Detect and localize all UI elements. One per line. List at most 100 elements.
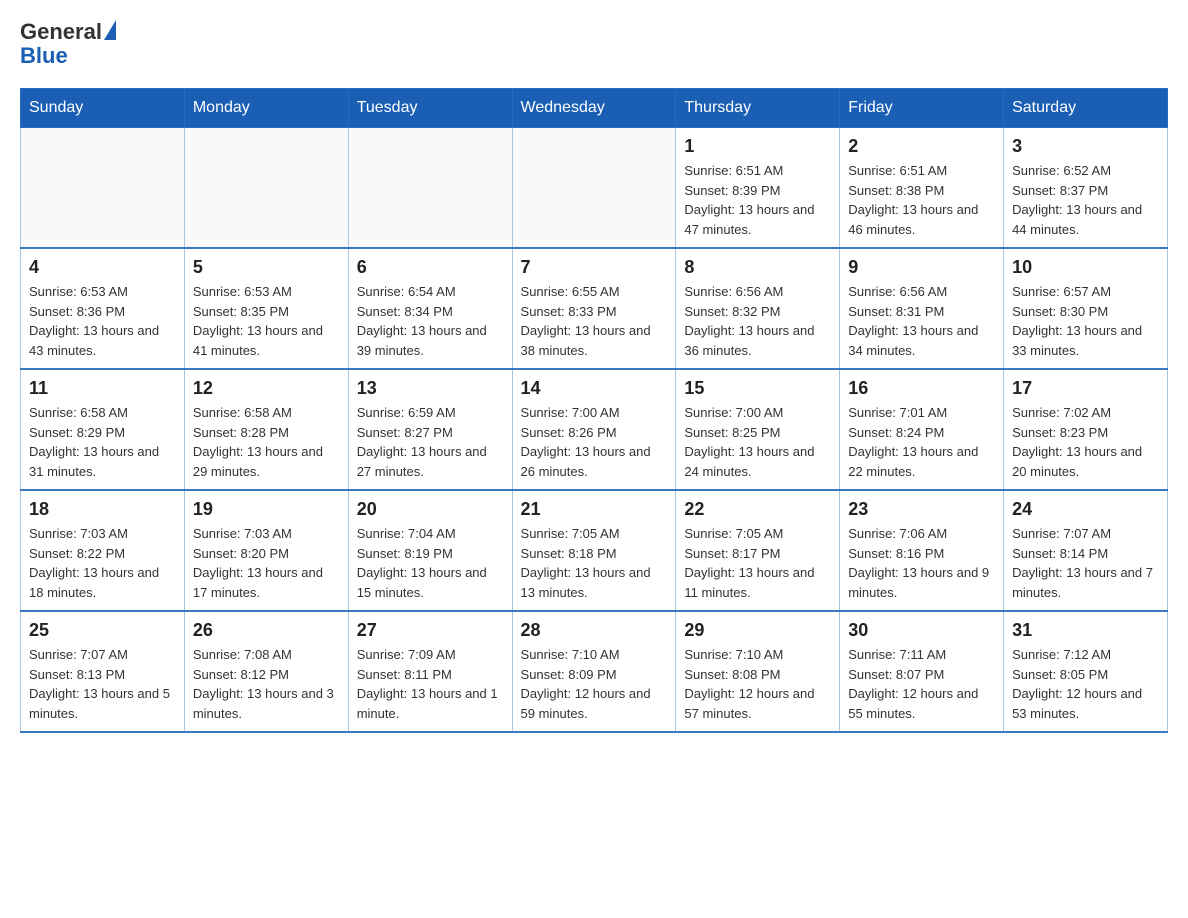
day-info: Sunrise: 7:04 AMSunset: 8:19 PMDaylight:… <box>357 524 504 602</box>
day-number: 4 <box>29 257 176 278</box>
day-info: Sunrise: 6:58 AMSunset: 8:28 PMDaylight:… <box>193 403 340 481</box>
day-info: Sunrise: 6:55 AMSunset: 8:33 PMDaylight:… <box>521 282 668 360</box>
day-number: 2 <box>848 136 995 157</box>
day-number: 6 <box>357 257 504 278</box>
calendar-cell: 5 Sunrise: 6:53 AMSunset: 8:35 PMDaylight… <box>184 248 348 369</box>
calendar-cell: 6 Sunrise: 6:54 AMSunset: 8:34 PMDaylight… <box>348 248 512 369</box>
calendar-cell: 10 Sunrise: 6:57 AMSunset: 8:30 PMDayligh… <box>1004 248 1168 369</box>
day-number: 28 <box>521 620 668 641</box>
day-info: Sunrise: 7:07 AMSunset: 8:14 PMDaylight:… <box>1012 524 1159 602</box>
day-number: 7 <box>521 257 668 278</box>
weekday-header-friday: Friday <box>840 89 1004 128</box>
day-info: Sunrise: 6:54 AMSunset: 8:34 PMDaylight:… <box>357 282 504 360</box>
day-info: Sunrise: 6:51 AMSunset: 8:38 PMDaylight:… <box>848 161 995 239</box>
day-number: 15 <box>684 378 831 399</box>
calendar-cell: 8 Sunrise: 6:56 AMSunset: 8:32 PMDaylight… <box>676 248 840 369</box>
day-info: Sunrise: 6:57 AMSunset: 8:30 PMDaylight:… <box>1012 282 1159 360</box>
calendar-cell: 30 Sunrise: 7:11 AMSunset: 8:07 PMDayligh… <box>840 611 1004 732</box>
day-number: 27 <box>357 620 504 641</box>
day-number: 29 <box>684 620 831 641</box>
calendar-cell: 27Sunrise: 7:09 AMSunset: 8:11 PMDayligh… <box>348 611 512 732</box>
day-number: 19 <box>193 499 340 520</box>
weekday-header-row: SundayMondayTuesdayWednesdayThursdayFrid… <box>21 89 1168 128</box>
day-info: Sunrise: 6:53 AMSunset: 8:36 PMDaylight:… <box>29 282 176 360</box>
day-number: 3 <box>1012 136 1159 157</box>
weekday-header-sunday: Sunday <box>21 89 185 128</box>
calendar-week-row: 4 Sunrise: 6:53 AMSunset: 8:36 PMDaylight… <box>21 248 1168 369</box>
day-info: Sunrise: 6:58 AMSunset: 8:29 PMDaylight:… <box>29 403 176 481</box>
day-info: Sunrise: 7:08 AMSunset: 8:12 PMDaylight:… <box>193 645 340 723</box>
day-number: 11 <box>29 378 176 399</box>
day-info: Sunrise: 7:05 AMSunset: 8:17 PMDaylight:… <box>684 524 831 602</box>
calendar-cell: 22 Sunrise: 7:05 AMSunset: 8:17 PMDayligh… <box>676 490 840 611</box>
day-info: Sunrise: 7:07 AMSunset: 8:13 PMDaylight:… <box>29 645 176 723</box>
calendar-cell: 31Sunrise: 7:12 AMSunset: 8:05 PMDayligh… <box>1004 611 1168 732</box>
day-info: Sunrise: 7:00 AMSunset: 8:25 PMDaylight:… <box>684 403 831 481</box>
calendar-cell: 7 Sunrise: 6:55 AMSunset: 8:33 PMDaylight… <box>512 248 676 369</box>
day-info: Sunrise: 6:56 AMSunset: 8:31 PMDaylight:… <box>848 282 995 360</box>
day-number: 24 <box>1012 499 1159 520</box>
calendar-cell: 25 Sunrise: 7:07 AMSunset: 8:13 PMDayligh… <box>21 611 185 732</box>
day-info: Sunrise: 7:11 AMSunset: 8:07 PMDaylight:… <box>848 645 995 723</box>
calendar-cell: 16Sunrise: 7:01 AMSunset: 8:24 PMDayligh… <box>840 369 1004 490</box>
day-info: Sunrise: 6:59 AMSunset: 8:27 PMDaylight:… <box>357 403 504 481</box>
day-info: Sunrise: 7:10 AMSunset: 8:09 PMDaylight:… <box>521 645 668 723</box>
logo: GeneralBlue <box>20 20 116 68</box>
day-number: 9 <box>848 257 995 278</box>
day-info: Sunrise: 6:53 AMSunset: 8:35 PMDaylight:… <box>193 282 340 360</box>
calendar-cell: 15 Sunrise: 7:00 AMSunset: 8:25 PMDayligh… <box>676 369 840 490</box>
day-number: 14 <box>521 378 668 399</box>
day-number: 17 <box>1012 378 1159 399</box>
logo-triangle-icon <box>104 20 116 40</box>
day-number: 25 <box>29 620 176 641</box>
day-info: Sunrise: 7:02 AMSunset: 8:23 PMDaylight:… <box>1012 403 1159 481</box>
calendar-week-row: 18Sunrise: 7:03 AMSunset: 8:22 PMDayligh… <box>21 490 1168 611</box>
calendar-cell: 12 Sunrise: 6:58 AMSunset: 8:28 PMDayligh… <box>184 369 348 490</box>
weekday-header-monday: Monday <box>184 89 348 128</box>
calendar-cell: 13 Sunrise: 6:59 AMSunset: 8:27 PMDayligh… <box>348 369 512 490</box>
calendar-cell <box>348 128 512 249</box>
day-info: Sunrise: 7:01 AMSunset: 8:24 PMDaylight:… <box>848 403 995 481</box>
calendar-cell: 23Sunrise: 7:06 AMSunset: 8:16 PMDayligh… <box>840 490 1004 611</box>
calendar-cell: 14 Sunrise: 7:00 AMSunset: 8:26 PMDayligh… <box>512 369 676 490</box>
logo-general-text: General <box>20 20 102 44</box>
calendar-cell: 11 Sunrise: 6:58 AMSunset: 8:29 PMDayligh… <box>21 369 185 490</box>
calendar-cell: 21 Sunrise: 7:05 AMSunset: 8:18 PMDayligh… <box>512 490 676 611</box>
day-number: 31 <box>1012 620 1159 641</box>
logo-blue-text: Blue <box>20 44 116 68</box>
weekday-header-tuesday: Tuesday <box>348 89 512 128</box>
day-number: 20 <box>357 499 504 520</box>
calendar-cell: 28 Sunrise: 7:10 AMSunset: 8:09 PMDayligh… <box>512 611 676 732</box>
calendar-cell: 24 Sunrise: 7:07 AMSunset: 8:14 PMDayligh… <box>1004 490 1168 611</box>
calendar-cell: 9 Sunrise: 6:56 AMSunset: 8:31 PMDaylight… <box>840 248 1004 369</box>
day-number: 21 <box>521 499 668 520</box>
day-number: 26 <box>193 620 340 641</box>
day-number: 8 <box>684 257 831 278</box>
day-info: Sunrise: 7:00 AMSunset: 8:26 PMDaylight:… <box>521 403 668 481</box>
day-number: 13 <box>357 378 504 399</box>
day-info: Sunrise: 6:56 AMSunset: 8:32 PMDaylight:… <box>684 282 831 360</box>
weekday-header-thursday: Thursday <box>676 89 840 128</box>
day-number: 10 <box>1012 257 1159 278</box>
calendar-cell <box>21 128 185 249</box>
calendar-week-row: 11 Sunrise: 6:58 AMSunset: 8:29 PMDayligh… <box>21 369 1168 490</box>
calendar-header: SundayMondayTuesdayWednesdayThursdayFrid… <box>21 89 1168 128</box>
day-info: Sunrise: 7:03 AMSunset: 8:22 PMDaylight:… <box>29 524 176 602</box>
calendar-cell: 26 Sunrise: 7:08 AMSunset: 8:12 PMDayligh… <box>184 611 348 732</box>
calendar-cell <box>512 128 676 249</box>
day-info: Sunrise: 7:05 AMSunset: 8:18 PMDaylight:… <box>521 524 668 602</box>
day-info: Sunrise: 6:51 AMSunset: 8:39 PMDaylight:… <box>684 161 831 239</box>
day-info: Sunrise: 7:10 AMSunset: 8:08 PMDaylight:… <box>684 645 831 723</box>
calendar-week-row: 25 Sunrise: 7:07 AMSunset: 8:13 PMDayligh… <box>21 611 1168 732</box>
day-number: 23 <box>848 499 995 520</box>
calendar-cell: 3 Sunrise: 6:52 AMSunset: 8:37 PMDaylight… <box>1004 128 1168 249</box>
weekday-header-wednesday: Wednesday <box>512 89 676 128</box>
day-number: 12 <box>193 378 340 399</box>
calendar-cell: 19Sunrise: 7:03 AMSunset: 8:20 PMDayligh… <box>184 490 348 611</box>
day-number: 5 <box>193 257 340 278</box>
day-number: 1 <box>684 136 831 157</box>
day-info: Sunrise: 6:52 AMSunset: 8:37 PMDaylight:… <box>1012 161 1159 239</box>
calendar-table: SundayMondayTuesdayWednesdayThursdayFrid… <box>20 88 1168 733</box>
day-number: 30 <box>848 620 995 641</box>
day-number: 22 <box>684 499 831 520</box>
